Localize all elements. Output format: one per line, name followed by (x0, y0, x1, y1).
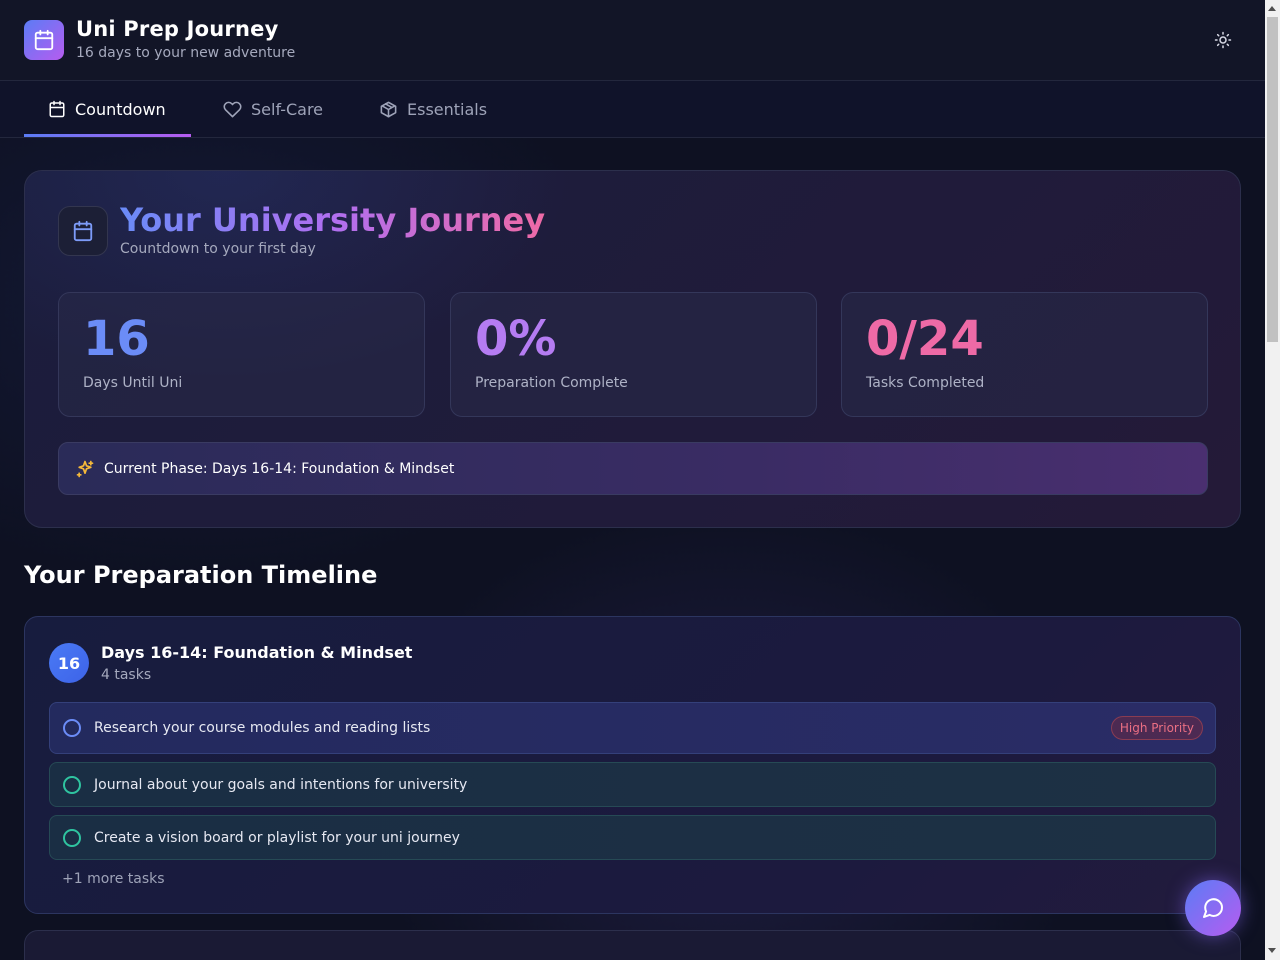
task-item[interactable]: Research your course modules and reading… (49, 702, 1216, 754)
phase-task-count: 4 tasks (101, 667, 152, 683)
phase-number-badge: 16 (49, 643, 89, 683)
app-header: Uni Prep Journey 16 days to your new adv… (0, 0, 1265, 81)
calendar-icon (24, 20, 64, 60)
task-text: Journal about your goals and intentions … (94, 776, 468, 793)
tab-label: Essentials (407, 99, 488, 119)
phase-title: Days 16-14: Foundation & Mindset (101, 643, 413, 662)
tab-essentials[interactable]: Essentials (379, 81, 487, 137)
stat-preparation-complete: 0% Preparation Complete (450, 292, 817, 417)
scroll-up-arrow[interactable] (1268, 6, 1276, 11)
heart-icon (223, 101, 242, 117)
current-phase-banner: Current Phase: Days 16-14: Foundation & … (58, 442, 1208, 495)
app-title: Uni Prep Journey (76, 17, 279, 41)
theme-toggle-button[interactable] (1205, 22, 1241, 58)
task-item[interactable]: Journal about your goals and intentions … (49, 762, 1216, 807)
task-text: Research your course modules and reading… (94, 720, 431, 736)
current-phase-text: Current Phase: Days 16-14: Foundation & … (104, 460, 455, 477)
task-checkbox[interactable] (63, 719, 81, 737)
sparkles-icon (76, 460, 94, 477)
chat-bubble-icon (1203, 898, 1224, 918)
tab-label: Countdown (75, 99, 166, 119)
tab-countdown[interactable]: Countdown (48, 81, 166, 137)
calendar-icon (58, 206, 108, 256)
hero-title: Your University Journey (120, 201, 546, 239)
stat-value: 0% (475, 311, 557, 367)
task-checkbox[interactable] (63, 828, 81, 847)
task-text: Create a vision board or playlist for yo… (94, 829, 460, 846)
tab-self-care[interactable]: Self-Care (223, 81, 323, 137)
tab-label: Self-Care (251, 99, 324, 119)
stat-tasks-completed: 0/24 Tasks Completed (841, 292, 1208, 417)
stat-value: 0/24 (866, 311, 984, 367)
stat-days-until-uni: 16 Days Until Uni (58, 292, 425, 417)
more-tasks-link[interactable]: +1 more tasks (62, 871, 165, 887)
phase-card: 16 Days 16-14: Foundation & Mindset 4 ta… (24, 616, 1241, 914)
timeline-title: Your Preparation Timeline (24, 561, 378, 589)
priority-badge: High Priority (1110, 716, 1203, 740)
task-item[interactable]: Create a vision board or playlist for yo… (49, 815, 1216, 860)
calendar-icon (49, 100, 65, 118)
page-scrollbar[interactable] (1265, 0, 1280, 960)
sun-icon (1214, 31, 1232, 49)
chat-button[interactable] (1185, 880, 1241, 936)
stat-label: Preparation Complete (475, 375, 628, 391)
stat-label: Tasks Completed (866, 375, 985, 391)
hero-subtitle: Countdown to your first day (120, 241, 316, 257)
journey-overview-card: Your University Journey Countdown to you… (24, 170, 1241, 528)
tab-bar: Countdown Self-Care Essentials (0, 81, 1265, 138)
app-subtitle: 16 days to your new adventure (76, 45, 296, 61)
task-checkbox[interactable] (63, 775, 81, 794)
stat-value: 16 (83, 311, 150, 367)
phase-card (24, 930, 1241, 960)
stat-label: Days Until Uni (83, 375, 183, 391)
active-tab-indicator (24, 134, 191, 137)
package-icon (380, 101, 397, 117)
scroll-down-arrow[interactable] (1268, 948, 1276, 953)
scroll-thumb[interactable] (1267, 17, 1278, 342)
